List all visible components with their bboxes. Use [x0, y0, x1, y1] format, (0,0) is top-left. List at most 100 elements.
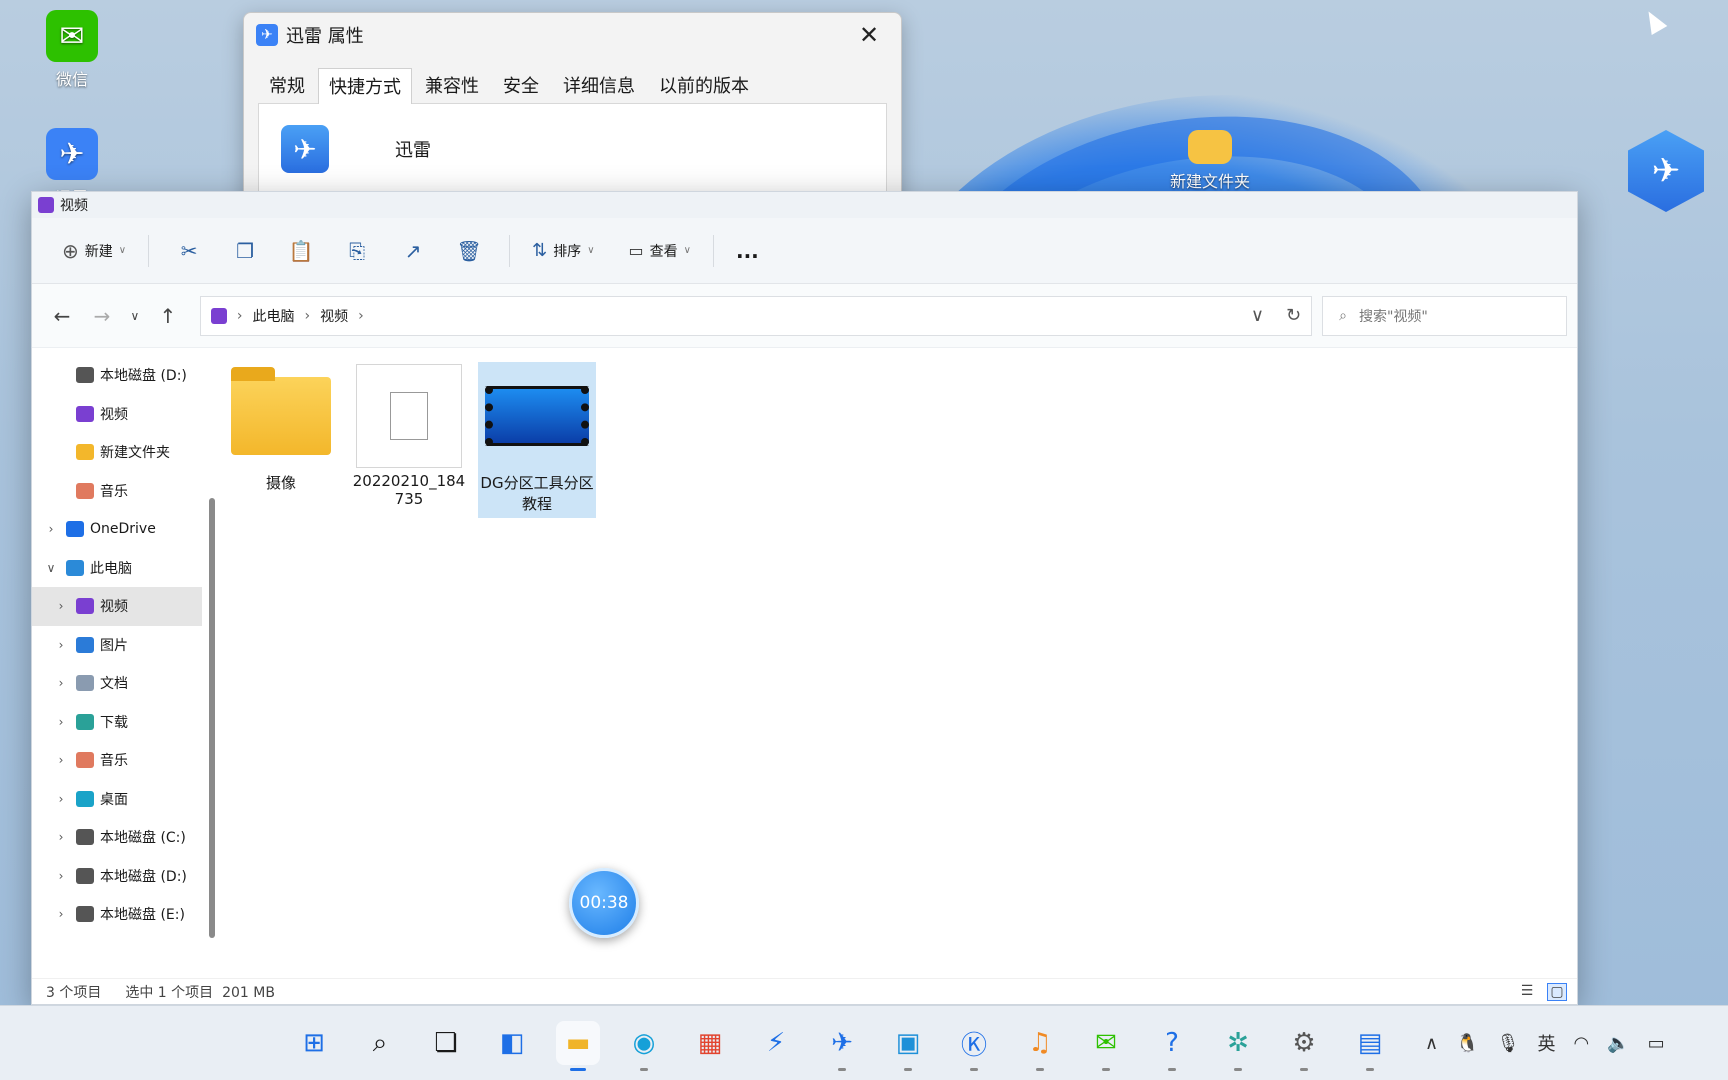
file-item-video[interactable]: DG分区工具分区教程 — [478, 362, 596, 518]
address-dropdown-icon[interactable]: ∨ — [1251, 305, 1264, 326]
xunlei-icon[interactable]: ✈ — [820, 1021, 864, 1071]
up-icon[interactable]: ↑ — [148, 304, 188, 328]
virtual-machine-icon[interactable]: ▣ — [886, 1021, 930, 1071]
tab-security[interactable]: 安全 — [492, 67, 550, 103]
file-explorer-icon[interactable]: ▬ — [556, 1021, 600, 1071]
help-icon[interactable]: ? — [1150, 1021, 1194, 1071]
back-icon[interactable]: ← — [42, 304, 82, 328]
settings-icon[interactable]: ⚙ — [1282, 1021, 1326, 1071]
edge-icon[interactable]: ◉ — [622, 1021, 666, 1071]
sidebar-item-label: 音乐 — [100, 483, 128, 500]
wifi-icon[interactable]: ◠ — [1573, 1033, 1589, 1054]
tab-compatibility[interactable]: 兼容性 — [414, 67, 490, 103]
sort-button[interactable]: ⇅ 排序 ∨ — [522, 234, 604, 267]
thunder-icon[interactable]: ⚡ — [754, 1021, 798, 1065]
sidebar-item[interactable]: › 本地磁盘 (E:) — [32, 895, 202, 934]
large-icons-view-icon[interactable]: ▢ — [1547, 982, 1567, 1001]
chevron-right-icon[interactable]: › — [52, 907, 70, 921]
notepad-icon[interactable]: ▤ — [1348, 1021, 1392, 1071]
pc-icon — [66, 559, 84, 576]
details-view-icon[interactable]: ☰ — [1517, 983, 1537, 1001]
navigation-bar: ← → ∨ ↑ › 此电脑 › 视频 › ∨ ↻ ⌕ 搜索"视频" — [32, 284, 1577, 348]
recent-dropdown-icon[interactable]: ∨ — [122, 309, 148, 323]
start-icon[interactable]: ⊞ — [292, 1021, 336, 1065]
tab-general[interactable]: 常规 — [258, 67, 316, 103]
volume-icon[interactable]: 🔈 — [1607, 1033, 1629, 1054]
sidebar-item[interactable]: › 图片 — [32, 626, 202, 665]
video-folder-icon — [76, 405, 94, 422]
qq-icon[interactable]: 🐧 — [1456, 1033, 1478, 1054]
search-box[interactable]: ⌕ 搜索"视频" — [1322, 295, 1567, 336]
desktop-icon-new-folder[interactable]: 新建文件夹 — [1150, 130, 1270, 192]
breadcrumb-videos[interactable]: 视频 — [320, 306, 348, 326]
breadcrumb-this-pc[interactable]: 此电脑 — [253, 306, 295, 326]
file-item-document[interactable]: 20220210_184735 — [350, 362, 468, 512]
more-options-icon[interactable]: ... — [726, 233, 769, 269]
sidebar-item[interactable]: 音乐 — [32, 472, 202, 511]
properties-dialog: ✈ 迅雷 属性 ✕ 常规 快捷方式 兼容性 安全 详细信息 以前的版本 ✈ 迅雷 — [243, 12, 902, 212]
microphone-icon[interactable]: 🎙 — [1497, 1033, 1520, 1054]
sidebar-item[interactable]: › 音乐 — [32, 741, 202, 780]
refresh-icon[interactable]: ↻ — [1286, 305, 1301, 326]
new-button[interactable]: ⊕ 新建 ∨ — [52, 233, 136, 269]
task-view-icon[interactable]: ❏ — [424, 1021, 468, 1065]
chevron-down-icon: ∨ — [683, 245, 691, 256]
chevron-right-icon[interactable]: › — [52, 638, 70, 652]
desktop-icon-wechat[interactable]: ✉ 微信 — [32, 10, 112, 90]
cut-icon[interactable]: ✂ — [170, 234, 208, 268]
wechat-icon[interactable]: ✉ — [1084, 1021, 1128, 1071]
k-app-icon[interactable]: Ⓚ — [952, 1021, 996, 1071]
sidebar-item[interactable]: › 桌面 — [32, 780, 202, 819]
chevron-right-icon[interactable]: › — [52, 676, 70, 690]
widgets-icon[interactable]: ◧ — [490, 1021, 534, 1065]
paste-icon[interactable]: 📋 — [282, 234, 320, 268]
dialog-title: 迅雷 属性 — [286, 26, 364, 47]
chevron-down-icon[interactable]: ∨ — [42, 561, 60, 575]
close-icon[interactable]: ✕ — [849, 21, 889, 49]
share-icon[interactable]: ↗ — [394, 234, 432, 268]
file-item-folder[interactable]: 摄像 — [222, 362, 340, 497]
forward-icon[interactable]: → — [82, 304, 122, 328]
sidebar-item-label: 此电脑 — [90, 560, 132, 577]
search-icon[interactable]: ⌕ — [358, 1021, 402, 1065]
sidebar-item[interactable]: › 视频 — [32, 587, 202, 626]
chevron-right-icon[interactable]: › — [52, 715, 70, 729]
chevron-right-icon[interactable]: › — [52, 599, 70, 613]
item-count: 3 个项目 — [46, 984, 102, 1001]
address-bar[interactable]: › 此电脑 › 视频 › ∨ ↻ — [199, 295, 1313, 336]
sidebar-item[interactable]: ∨ 此电脑 — [32, 549, 202, 588]
store-icon[interactable]: ▦ — [688, 1021, 732, 1065]
sidebar-item[interactable]: 新建文件夹 — [32, 433, 202, 472]
chevron-right-icon[interactable]: › — [52, 869, 70, 883]
rename-icon[interactable]: ⎘ — [338, 234, 376, 268]
sidebar-item[interactable]: › 文档 — [32, 664, 202, 703]
copy-icon[interactable]: ❐ — [226, 234, 264, 268]
recording-timer[interactable]: 00:38 — [569, 868, 639, 938]
sidebar-item[interactable]: › 下载 — [32, 703, 202, 742]
tab-previous-versions[interactable]: 以前的版本 — [648, 67, 760, 103]
sidebar-item[interactable]: 视频 — [32, 395, 202, 434]
tab-shortcut[interactable]: 快捷方式 — [318, 68, 412, 104]
battery-icon[interactable]: ▭ — [1648, 1033, 1665, 1054]
tab-details[interactable]: 详细信息 — [552, 67, 646, 103]
file-name: 20220210_184735 — [352, 472, 466, 508]
sidebar-item[interactable]: 本地磁盘 (D:) — [32, 356, 202, 395]
toolbar-divider — [509, 234, 511, 267]
chevron-right-icon[interactable]: › — [42, 522, 60, 536]
chevron-right-icon[interactable]: › — [52, 792, 70, 806]
ime-indicator[interactable]: 英 — [1537, 1030, 1555, 1056]
chevron-right-icon[interactable]: › — [52, 753, 70, 767]
sidebar-item[interactable]: › 本地磁盘 (D:) — [32, 857, 202, 896]
breadcrumb-separator: › — [236, 307, 243, 324]
chevron-right-icon[interactable]: › — [52, 830, 70, 844]
audio-app-icon[interactable]: ♫ — [1018, 1021, 1062, 1071]
explorer-body: 本地磁盘 (D:) 视频 新建文件夹音乐 › OneDrive ∨ 此电脑 › 视频 › 图片 › 文档… — [32, 348, 1577, 978]
sidebar-item[interactable]: › 本地磁盘 (C:) — [32, 818, 202, 857]
view-button[interactable]: ▭ 查看 ∨ — [619, 235, 701, 267]
xunlei-float-icon[interactable]: ✈ — [1628, 130, 1704, 212]
sidebar-item[interactable]: › OneDrive — [32, 510, 202, 549]
network-app-icon[interactable]: ✲ — [1216, 1021, 1260, 1071]
view-switcher: ☰ ▢ — [1517, 982, 1577, 1001]
chevron-up-icon[interactable]: ∧ — [1425, 1033, 1438, 1054]
delete-icon[interactable]: 🗑 — [450, 234, 488, 268]
